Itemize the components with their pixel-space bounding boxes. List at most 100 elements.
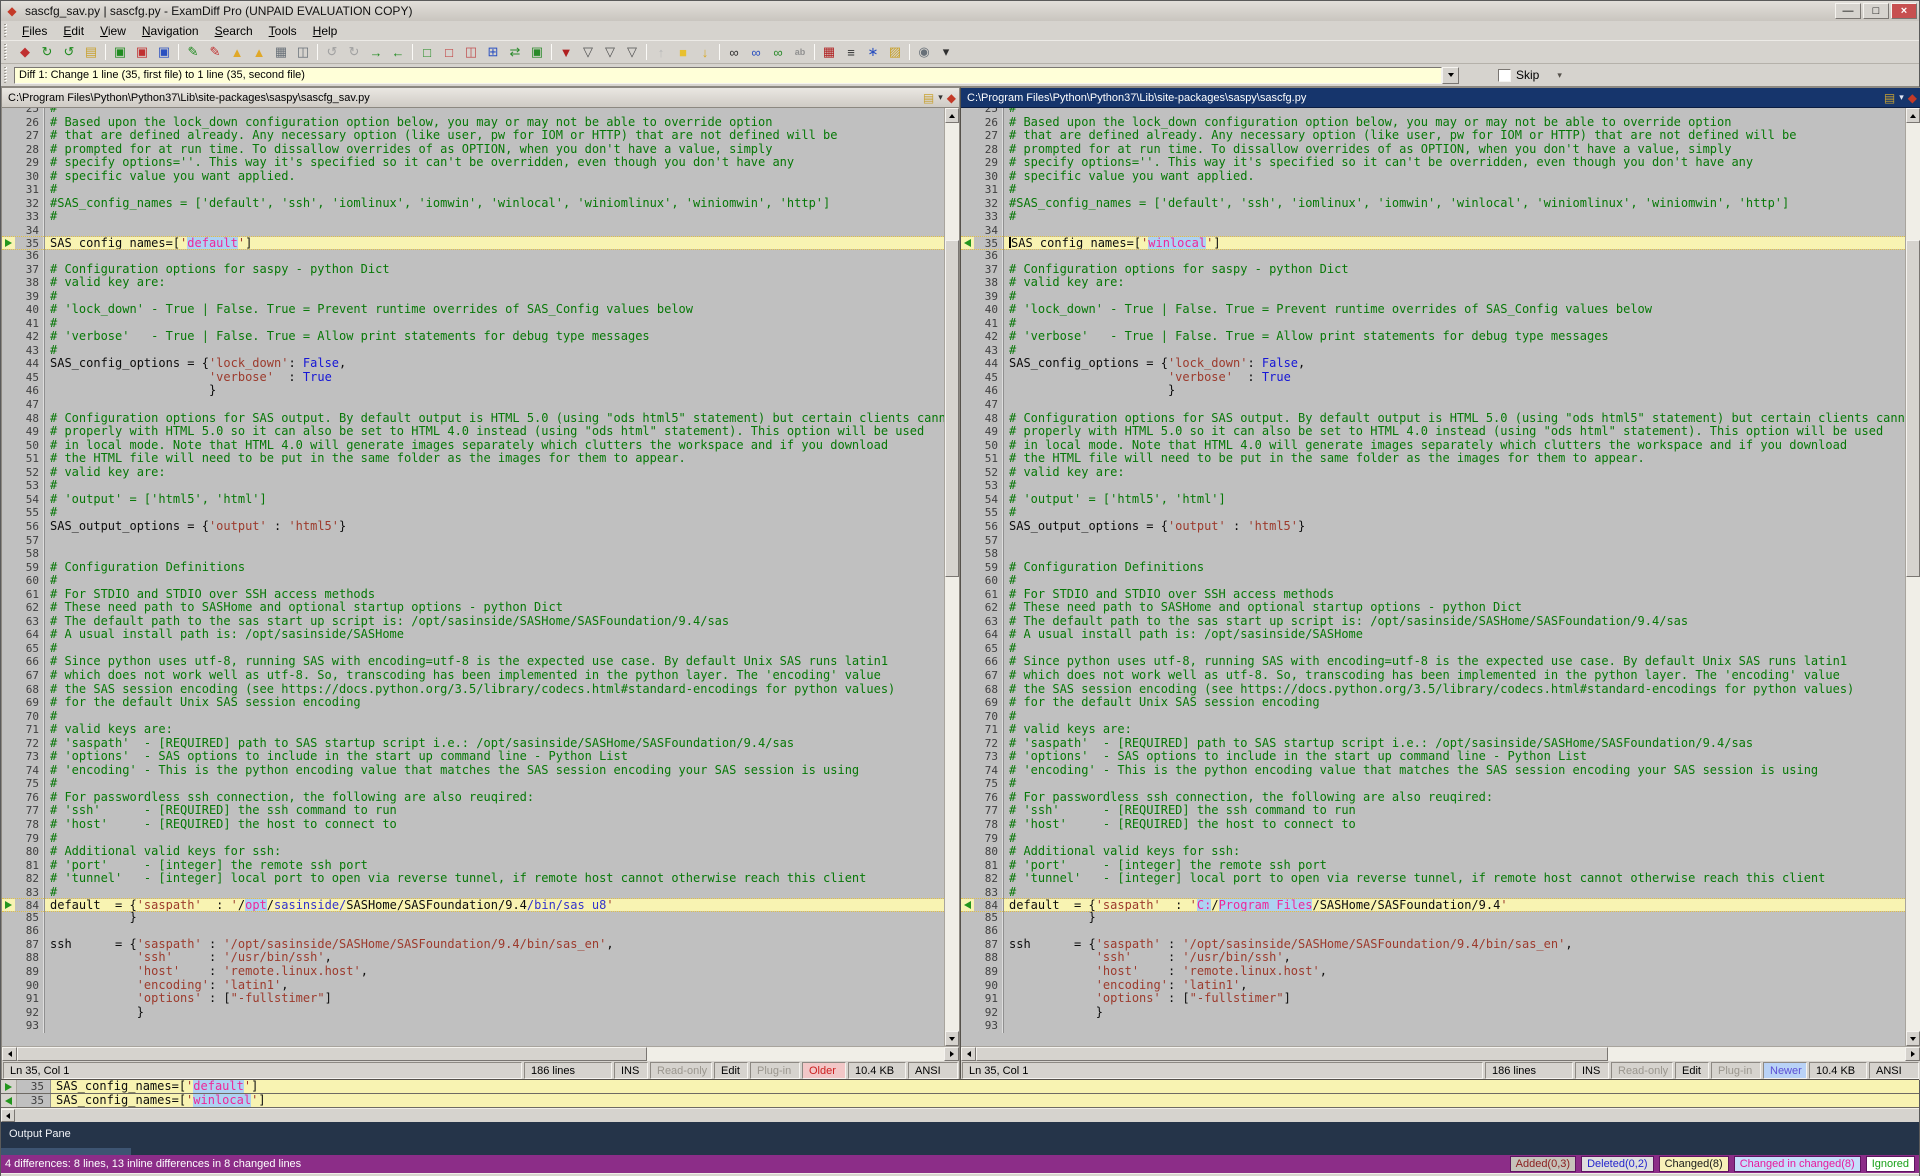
first-file-horizontal-scrollbar[interactable] xyxy=(2,1046,959,1061)
filter-all-funnel-icon[interactable]: ▼ xyxy=(556,43,576,62)
chevron-down-icon[interactable]: ▾ xyxy=(938,92,943,103)
show-first-pane-icon[interactable]: □ xyxy=(417,43,437,62)
toolbar-overflow-chevron-icon[interactable]: ▾ xyxy=(1557,70,1562,81)
copy-block-right-icon[interactable]: ▲ xyxy=(249,43,269,62)
output-pane-tab[interactable] xyxy=(1,1148,131,1155)
menu-tools[interactable]: Tools xyxy=(261,22,305,40)
detail-pane-horizontal-scrollbar[interactable] xyxy=(1,1108,1919,1122)
go-prev-file-icon[interactable]: ← xyxy=(388,43,408,62)
snapshot-icon[interactable]: ▨ xyxy=(885,43,905,62)
first-file-statusbar: Ln 35, Col 1186 linesINSRead-onlyEditPlu… xyxy=(2,1061,959,1080)
code-line: 89 'host' : 'remote.linux.host', xyxy=(961,965,1905,979)
split-horizontal-icon[interactable]: ⊞ xyxy=(483,43,503,62)
split-vertical-icon[interactable]: ◫ xyxy=(461,43,481,62)
find-refresh-icon[interactable]: ∞ xyxy=(768,43,788,62)
menubar-grip[interactable] xyxy=(4,24,9,37)
compare-files-icon[interactable]: ◆ xyxy=(15,43,35,62)
scroll-track[interactable] xyxy=(1906,123,1920,1031)
chevron-down-icon[interactable]: ▾ xyxy=(1899,92,1904,103)
diff-detail-row[interactable]: 35SAS_config_names=['default'] xyxy=(1,1080,1919,1094)
scroll-thumb[interactable] xyxy=(1906,240,1920,577)
copy-to-right-arrow-icon[interactable] xyxy=(5,239,12,247)
diff-detail-row[interactable]: 35SAS_config_names=['winlocal'] xyxy=(1,1094,1919,1108)
menu-files[interactable]: Files xyxy=(14,22,55,40)
next-diff-icon[interactable]: ↓ xyxy=(695,43,715,62)
scroll-down-button[interactable] xyxy=(945,1031,959,1046)
show-options-check-icon[interactable]: ▣ xyxy=(527,43,547,62)
redo-icon[interactable]: ↻ xyxy=(344,43,364,62)
prev-diff-icon[interactable]: ↑ xyxy=(651,43,671,62)
filter-left-funnel-icon[interactable]: ▽ xyxy=(600,43,620,62)
second-file-horizontal-scrollbar[interactable] xyxy=(961,1046,1920,1061)
first-file-path-header[interactable]: C:\Program Files\Python\Python37\Lib\sit… xyxy=(2,88,959,108)
match-word-icon[interactable]: ab xyxy=(790,43,810,62)
compare-logo-icon[interactable]: ◆ xyxy=(1908,91,1917,105)
scroll-track[interactable] xyxy=(17,1047,944,1061)
options-gear-icon[interactable]: ◉ xyxy=(914,43,934,62)
show-second-pane-icon[interactable]: □ xyxy=(439,43,459,62)
maximize-button[interactable]: □ xyxy=(1863,3,1889,19)
first-file-editor[interactable]: 25#26# Based upon the lock_down configur… xyxy=(2,108,944,1046)
scroll-left-button[interactable] xyxy=(961,1047,976,1061)
current-diff-combobox[interactable]: Diff 1: Change 1 line (35, first file) t… xyxy=(14,67,1442,84)
copy-to-left-arrow-icon[interactable] xyxy=(964,239,971,247)
sync-scroll-icon[interactable]: ⇄ xyxy=(505,43,525,62)
diff-combo-dropdown-button[interactable] xyxy=(1442,67,1459,84)
scroll-track[interactable] xyxy=(976,1047,1905,1061)
filter-diffs-funnel-icon[interactable]: ▽ xyxy=(578,43,598,62)
print-icon[interactable]: ▦ xyxy=(271,43,291,62)
second-file-vertical-scrollbar[interactable] xyxy=(1905,108,1920,1046)
recompare-icon[interactable]: ↻ xyxy=(37,43,57,62)
scroll-up-button[interactable] xyxy=(1906,108,1920,123)
recompare-swapped-icon[interactable]: ↺ xyxy=(59,43,79,62)
scroll-down-button[interactable] xyxy=(1906,1031,1920,1046)
edit-second-file-icon[interactable]: ✎ xyxy=(205,43,225,62)
save-file-icon[interactable]: ▤ xyxy=(1884,91,1895,105)
save-file-icon[interactable]: ▤ xyxy=(923,91,934,105)
copy-to-right-arrow-icon[interactable] xyxy=(5,1083,12,1091)
copy-to-left-arrow-icon[interactable] xyxy=(5,1097,12,1105)
menu-navigation[interactable]: Navigation xyxy=(134,22,207,40)
scroll-left-button[interactable] xyxy=(2,1047,17,1061)
scroll-thumb[interactable] xyxy=(17,1047,647,1061)
scroll-track[interactable] xyxy=(945,123,959,1031)
menu-view[interactable]: View xyxy=(92,22,134,40)
save-both-files-icon[interactable]: ▣ xyxy=(154,43,174,62)
options-dropdown-icon[interactable]: ▾ xyxy=(936,43,956,62)
find-in-files-icon[interactable]: ∞ xyxy=(746,43,766,62)
scroll-up-button[interactable] xyxy=(945,108,959,123)
edit-first-file-icon[interactable]: ✎ xyxy=(183,43,203,62)
scroll-thumb[interactable] xyxy=(976,1047,1608,1061)
second-file-editor[interactable]: 25#26# Based upon the lock_down configur… xyxy=(961,108,1905,1046)
menu-help[interactable]: Help xyxy=(305,22,346,40)
save-second-file-icon[interactable]: ▣ xyxy=(132,43,152,62)
skip-checkbox[interactable] xyxy=(1498,69,1511,82)
go-next-file-icon[interactable]: → xyxy=(366,43,386,62)
compare-logo-icon[interactable]: ◆ xyxy=(947,91,956,105)
line-inspector-icon[interactable]: ≡ xyxy=(841,43,861,62)
copy-block-left-icon[interactable]: ▲ xyxy=(227,43,247,62)
first-file-vertical-scrollbar[interactable] xyxy=(944,108,959,1046)
statistics-icon[interactable]: ▦ xyxy=(819,43,839,62)
copy-to-right-arrow-icon[interactable] xyxy=(5,901,12,909)
print-preview-icon[interactable]: ◫ xyxy=(293,43,313,62)
current-diff-icon[interactable]: ■ xyxy=(673,43,693,62)
second-file-path-header[interactable]: C:\Program Files\Python\Python37\Lib\sit… xyxy=(961,88,1920,108)
find-icon[interactable]: ∞ xyxy=(724,43,744,62)
menu-edit[interactable]: Edit xyxy=(55,22,92,40)
scroll-right-button[interactable] xyxy=(944,1047,959,1061)
open-files-icon[interactable]: ▤ xyxy=(81,43,101,62)
scroll-thumb[interactable] xyxy=(945,240,959,577)
diffbar-grip[interactable] xyxy=(4,67,9,82)
undo-icon[interactable]: ↺ xyxy=(322,43,342,62)
scroll-left-button[interactable] xyxy=(1,1109,15,1122)
toolbar-grip[interactable] xyxy=(4,44,9,59)
plugins-icon[interactable]: ∗ xyxy=(863,43,883,62)
close-button[interactable]: × xyxy=(1891,3,1917,19)
filter-right-funnel-icon[interactable]: ▽ xyxy=(622,43,642,62)
menu-search[interactable]: Search xyxy=(207,22,261,40)
save-first-file-icon[interactable]: ▣ xyxy=(110,43,130,62)
copy-to-left-arrow-icon[interactable] xyxy=(964,901,971,909)
scroll-right-button[interactable] xyxy=(1905,1047,1920,1061)
minimize-button[interactable]: — xyxy=(1835,3,1861,19)
